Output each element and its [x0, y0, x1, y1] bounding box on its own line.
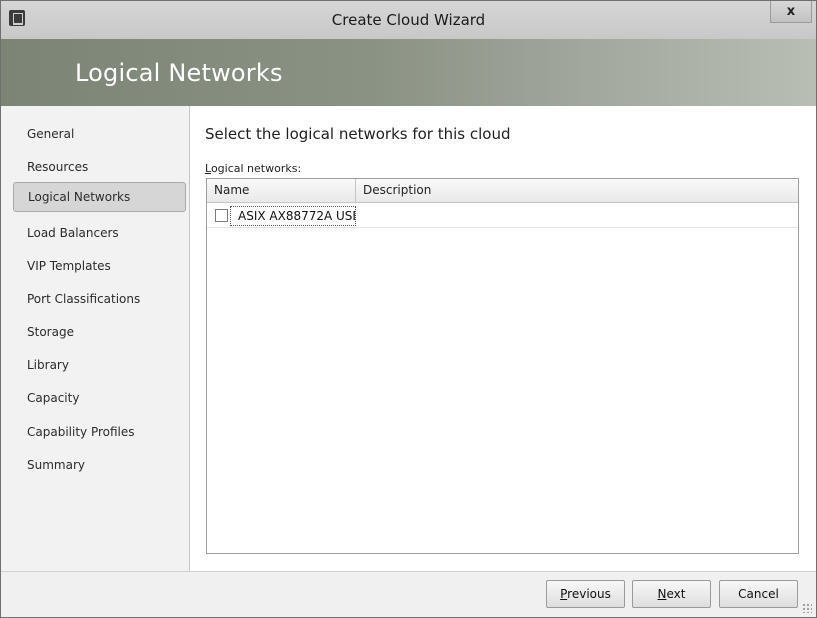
- next-mnemonic: N: [657, 587, 667, 601]
- sidebar-item-summary[interactable]: Summary: [13, 450, 186, 480]
- cancel-button[interactable]: Cancel: [719, 580, 798, 608]
- sidebar-item-port-classifications[interactable]: Port Classifications: [13, 284, 186, 314]
- main-content: Select the logical networks for this clo…: [190, 106, 816, 571]
- sidebar-item-capability-profiles[interactable]: Capability Profiles: [13, 417, 186, 447]
- row-checkbox[interactable]: [215, 209, 228, 222]
- column-header-description[interactable]: Description: [357, 179, 431, 202]
- sidebar-item-library[interactable]: Library: [13, 350, 186, 380]
- section-heading: Select the logical networks for this clo…: [205, 125, 511, 143]
- sidebar-item-vip-templates[interactable]: VIP Templates: [13, 251, 186, 281]
- page-title: Logical Networks: [75, 59, 283, 87]
- table-row[interactable]: ASIX AX88772A USB...: [207, 204, 798, 228]
- previous-button[interactable]: Previous: [546, 580, 625, 608]
- sidebar-item-storage[interactable]: Storage: [13, 317, 186, 347]
- wizard-banner: Logical Networks: [1, 39, 816, 106]
- logical-networks-label: Logical networks:: [205, 162, 301, 175]
- next-button[interactable]: Next: [632, 580, 711, 608]
- wizard-footer: Previous Next Cancel: [1, 571, 816, 617]
- sidebar-item-resources[interactable]: Resources: [13, 152, 186, 182]
- resize-grip-icon[interactable]: [802, 603, 812, 613]
- wizard-steps-sidebar: General Resources Logical Networks Load …: [1, 106, 190, 571]
- column-header-name[interactable]: Name: [207, 179, 356, 202]
- sidebar-item-general[interactable]: General: [13, 119, 186, 149]
- wizard-window: Create Cloud Wizard x Logical Networks G…: [0, 0, 817, 618]
- previous-text: revious: [567, 587, 611, 601]
- sidebar-item-logical-networks[interactable]: Logical Networks: [13, 182, 186, 212]
- close-button[interactable]: x: [770, 1, 812, 23]
- sidebar-item-load-balancers[interactable]: Load Balancers: [13, 218, 186, 248]
- label-text: ogical networks:: [210, 162, 302, 175]
- window-title: Create Cloud Wizard: [331, 11, 486, 29]
- title-bar[interactable]: Create Cloud Wizard x: [1, 1, 816, 39]
- network-description-cell: [357, 206, 363, 226]
- logical-networks-list[interactable]: Name Description ASIX AX88772A USB...: [206, 178, 799, 554]
- list-header: Name Description: [207, 179, 798, 203]
- network-name-cell[interactable]: ASIX AX88772A USB...: [230, 206, 356, 226]
- next-text: ext: [666, 587, 686, 601]
- sidebar-item-capacity[interactable]: Capacity: [13, 383, 186, 413]
